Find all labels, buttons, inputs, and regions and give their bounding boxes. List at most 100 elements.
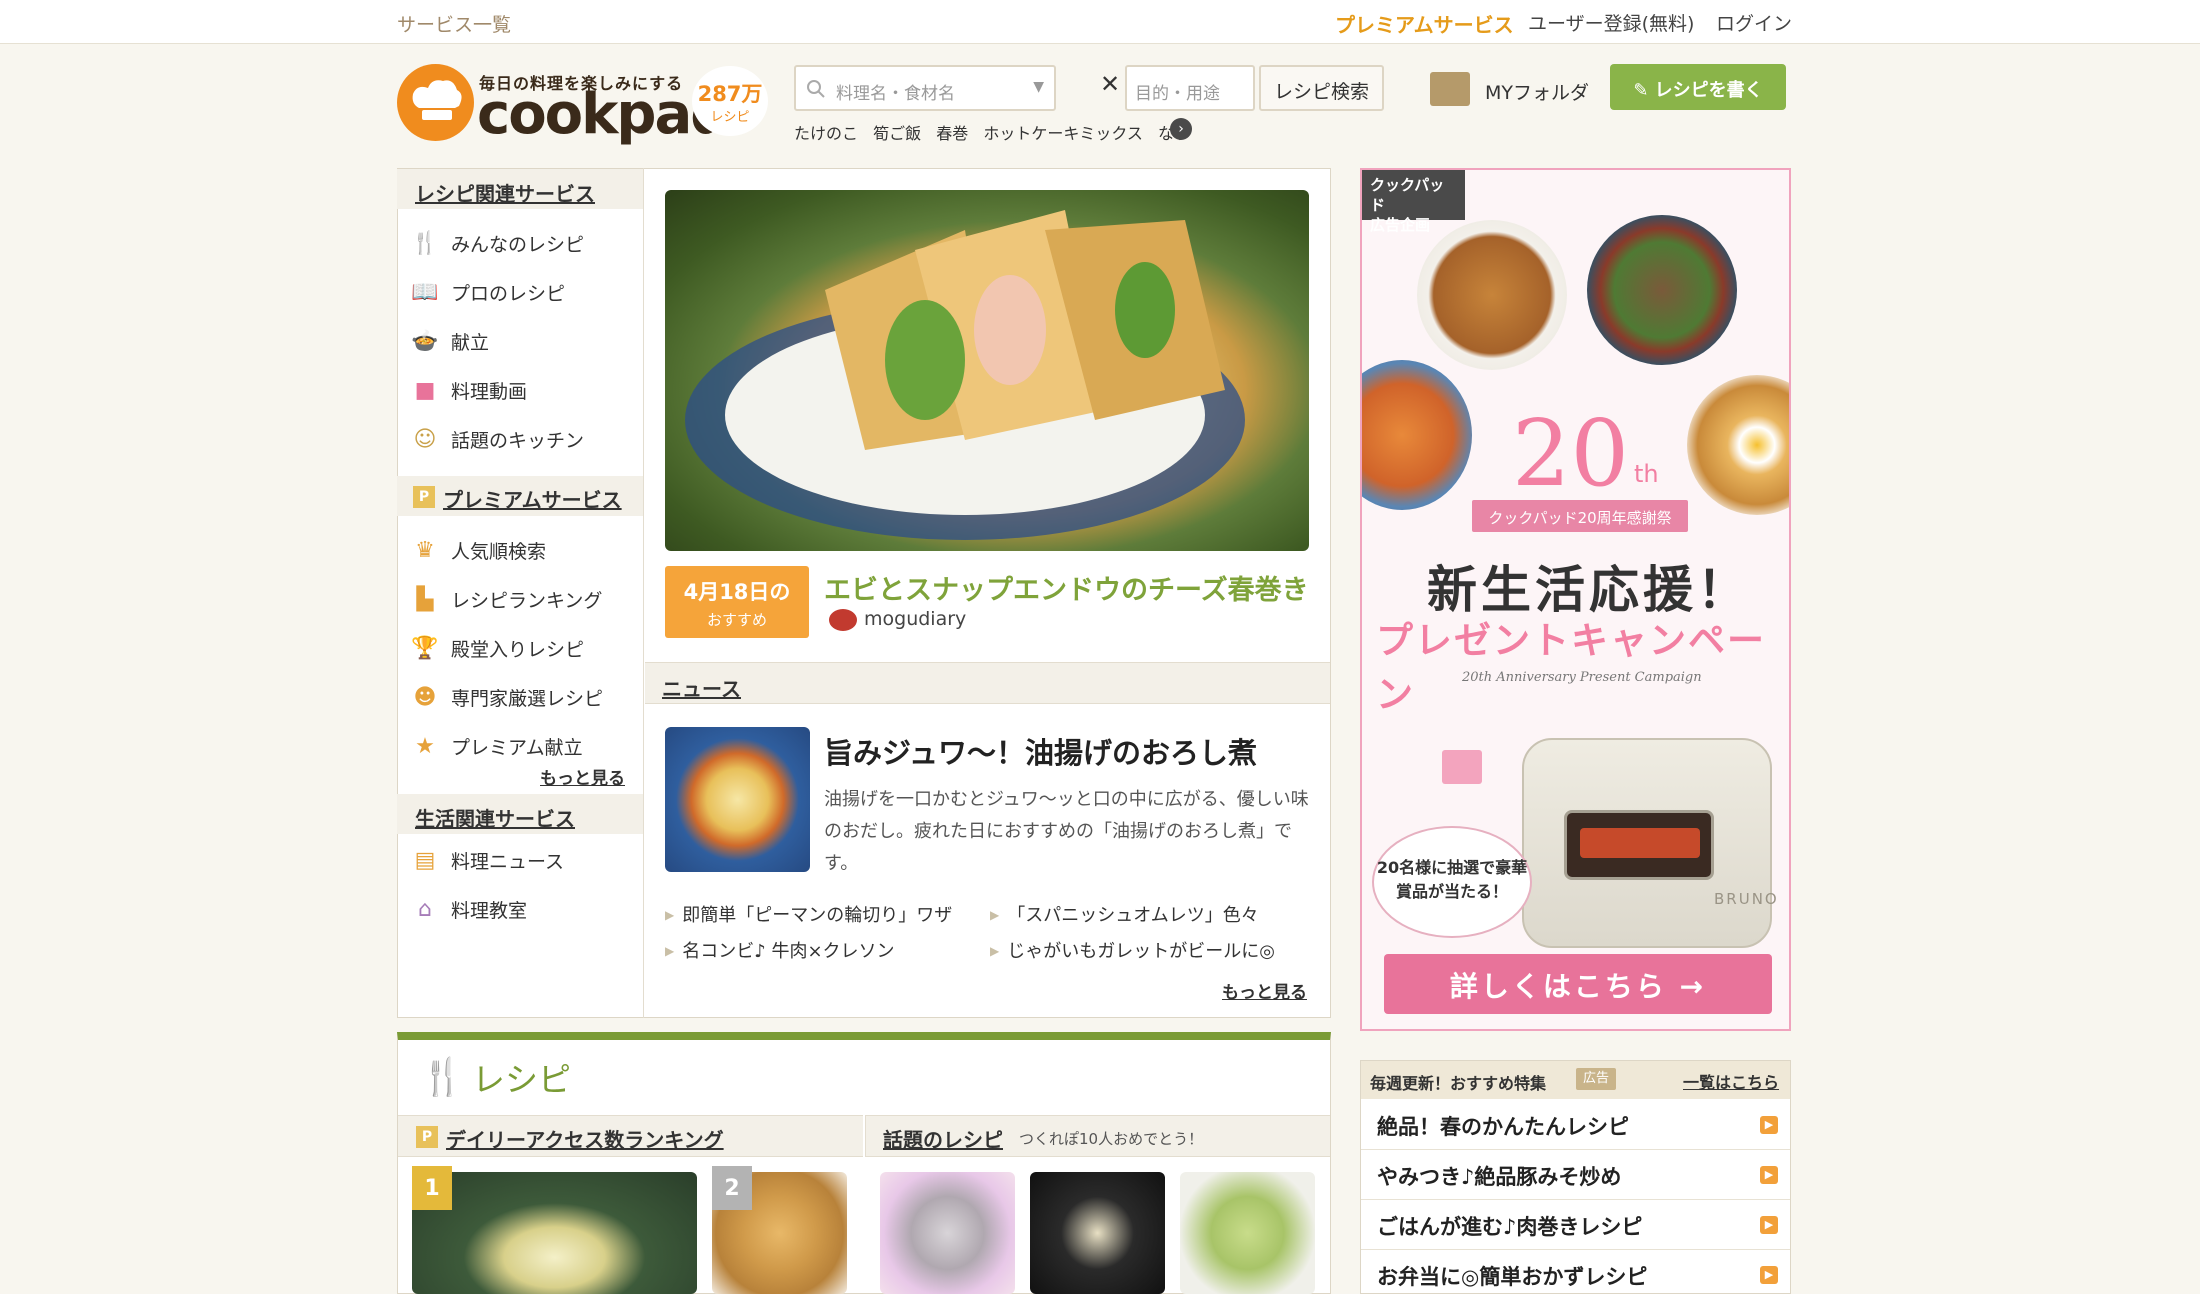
- services-list-link[interactable]: サービス一覧: [397, 10, 511, 37]
- sidebar-heading-premium[interactable]: プレミアムサービス: [443, 484, 622, 513]
- sidebar-item-cooking-video[interactable]: ■ 料理動画: [409, 373, 527, 407]
- toaster-image: BRUNO: [1522, 738, 1777, 948]
- ad-th-suffix: th: [1634, 460, 1659, 488]
- sidebar-item-label: 人気順検索: [451, 540, 547, 563]
- ad-details-button[interactable]: 詳しくはこちら →: [1384, 954, 1772, 1014]
- star-icon: ★: [415, 733, 435, 759]
- ad-label-badge: 広告: [1576, 1068, 1616, 1090]
- recipes-title: レシピ: [472, 1060, 571, 1099]
- keyword-link[interactable]: ホットケーキミックス: [983, 124, 1143, 143]
- sidebar-item-cooking-class[interactable]: ⌂ 料理教室: [409, 892, 527, 926]
- close-icon[interactable]: ✕: [1100, 70, 1120, 98]
- chevron-right-icon[interactable]: ▶: [1760, 1266, 1778, 1284]
- author-avatar: [829, 609, 857, 631]
- chef-hat-logo-icon[interactable]: [397, 64, 474, 141]
- food-photo: [1417, 220, 1567, 370]
- hot-recipes-heading[interactable]: 話題のレシピ: [883, 1124, 1003, 1153]
- campaign-ad-banner[interactable]: クックパッド 広告企画 20 th クックパッド20周年感謝祭 新生活応援！ プ…: [1360, 168, 1791, 1031]
- news-link[interactable]: じゃがいもガレットがビールに◎: [990, 937, 1275, 963]
- sidebar-heading-recipe-services[interactable]: レシピ関連サービス: [415, 178, 595, 207]
- feature-item[interactable]: お弁当に◎簡単おかずレシピ: [1377, 1261, 1647, 1291]
- sidebar-item-pro-recipes[interactable]: 📖 プロのレシピ: [409, 275, 565, 309]
- sidebar-item-label: 殿堂入りレシピ: [451, 638, 585, 661]
- recipe-count-number: 287万: [697, 82, 763, 106]
- feature-item[interactable]: やみつき♪絶品豚みそ炒め: [1377, 1161, 1621, 1191]
- view-all-link[interactable]: 一覧はこちら: [1683, 1069, 1779, 1093]
- trophy-icon: 🏆: [411, 635, 439, 661]
- sidebar-item-menu[interactable]: 🍲 献立: [409, 324, 489, 358]
- news-link[interactable]: 即簡単「ピーマンの輪切り」ワザ: [665, 901, 952, 927]
- sidebar-item-cooking-news[interactable]: ▤ 料理ニュース: [409, 843, 564, 877]
- feature-item[interactable]: ごはんが進む♪肉巻きレシピ: [1377, 1211, 1642, 1241]
- fork-knife-icon: 🍴: [420, 1057, 465, 1098]
- recipe-thumbnail[interactable]: [1180, 1172, 1315, 1294]
- arrow-right-icon: →: [1679, 970, 1707, 1003]
- search-input[interactable]: 料理名・食材名 ▼: [794, 65, 1056, 111]
- sidebar-item-trending-kitchen[interactable]: ☺ 話題のキッチン: [409, 422, 584, 456]
- feature-date: 4月18日の: [683, 580, 791, 604]
- premium-p-icon: P: [413, 486, 435, 508]
- ad-ribbon: クックパッド20周年感謝祭: [1472, 500, 1688, 532]
- chevron-right-icon[interactable]: ▶: [1760, 1166, 1778, 1184]
- ad-20-number: 20: [1512, 400, 1630, 507]
- sidebar-item-label: 料理動画: [451, 380, 528, 403]
- sidebar-item-popularity-search[interactable]: ♛ 人気順検索: [409, 533, 546, 567]
- top-bar: サービス一覧 プレミアムサービス ユーザー登録(無料) ログイン: [0, 0, 2200, 44]
- folder-icon[interactable]: [1430, 72, 1470, 106]
- recipe-thumbnail[interactable]: [412, 1172, 697, 1294]
- sidebar-item-recipe-ranking[interactable]: ▙ レシピランキング: [409, 582, 603, 616]
- recipe-thumbnail[interactable]: [1030, 1172, 1165, 1294]
- chevron-right-icon[interactable]: ›: [1170, 118, 1192, 140]
- premium-service-link[interactable]: プレミアムサービス: [1335, 9, 1514, 38]
- chevron-down-icon[interactable]: ▼: [1033, 79, 1044, 95]
- news-link[interactable]: 「スパニッシュオムレツ」色々: [990, 901, 1258, 927]
- crown-icon: ♛: [415, 537, 435, 563]
- featured-recipe-image[interactable]: [665, 190, 1309, 551]
- daily-ranking-heading[interactable]: デイリーアクセス数ランキング: [446, 1124, 724, 1153]
- write-recipe-button[interactable]: ✎ レシピを書く: [1610, 64, 1786, 110]
- chevron-right-icon[interactable]: ▶: [1760, 1216, 1778, 1234]
- date-badge: 4月18日の おすすめ: [665, 566, 809, 638]
- keyword-link[interactable]: たけのこ: [794, 124, 858, 143]
- gift-icon: [1442, 750, 1482, 784]
- keyword-link[interactable]: 春巻: [936, 124, 968, 143]
- food-photo: [1587, 215, 1737, 365]
- ad-prize-bubble: 20名様に抽選で豪華賞品が当たる！: [1372, 826, 1532, 938]
- news-heading[interactable]: ニュース: [662, 673, 741, 702]
- news-link[interactable]: 名コンビ♪ 牛肉×クレソン: [665, 937, 894, 963]
- fork-knife-icon: 🍴: [411, 230, 439, 256]
- recipe-thumbnail[interactable]: [880, 1172, 1015, 1294]
- logo-wordmark[interactable]: cookpad: [477, 82, 730, 147]
- register-link[interactable]: ユーザー登録(無料): [1528, 9, 1694, 36]
- sidebar-heading-life-services[interactable]: 生活関連サービス: [415, 803, 575, 832]
- sidebar-item-premium-menu[interactable]: ★ プレミアム献立: [409, 729, 583, 763]
- featured-recipe-author[interactable]: mogudiary: [864, 608, 966, 630]
- sidebar-more-link[interactable]: もっと見る: [540, 764, 625, 789]
- divider: [1361, 1249, 1790, 1250]
- newspaper-icon: ▤: [414, 847, 436, 873]
- purpose-input[interactable]: 目的・用途: [1125, 65, 1255, 111]
- featured-recipe-title[interactable]: エビとスナップエンドウのチーズ春巻き: [824, 568, 1309, 607]
- sidebar-item-expert-recipes[interactable]: ☻ 専門家厳選レシピ: [409, 680, 603, 714]
- news-image[interactable]: [665, 727, 810, 872]
- news-more-link[interactable]: もっと見る: [1222, 978, 1307, 1003]
- ad-headline-2: プレゼントキャンペーン: [1376, 619, 1766, 716]
- feature-date-sub: おすすめ: [706, 611, 767, 629]
- sidebar-item-everyone-recipes[interactable]: 🍴 みんなのレシピ: [409, 226, 584, 260]
- keyword-link[interactable]: 筍ご飯: [873, 124, 921, 143]
- sidebar-item-label: みんなのレシピ: [451, 233, 585, 256]
- food-photo: [1687, 375, 1789, 515]
- news-header-bg: [645, 662, 1330, 704]
- login-link[interactable]: ログイン: [1716, 9, 1792, 36]
- sidebar-item-hall-of-fame[interactable]: 🏆 殿堂入りレシピ: [409, 631, 584, 665]
- news-title[interactable]: 旨みジュワ〜！油揚げのおろし煮: [824, 730, 1257, 772]
- hot-recipes-subtitle: つくれぽ10人おめでとう！: [1019, 1130, 1204, 1148]
- divider: [1361, 1149, 1790, 1150]
- recipe-search-button[interactable]: レシピ検索: [1259, 65, 1384, 111]
- my-folder-link[interactable]: MYフォルダ: [1485, 78, 1589, 105]
- feature-item[interactable]: 絶品！春のかんたんレシピ: [1377, 1111, 1629, 1141]
- news-body: 油揚げを一口かむとジュワ〜ッと口の中に広がる、優しい味のおだし。疲れた日におすす…: [824, 789, 1309, 874]
- chevron-right-icon[interactable]: ▶: [1760, 1116, 1778, 1134]
- ad-subtitle: 20th Anniversary Present Campaign: [1462, 670, 1702, 685]
- search-icon: [806, 79, 826, 103]
